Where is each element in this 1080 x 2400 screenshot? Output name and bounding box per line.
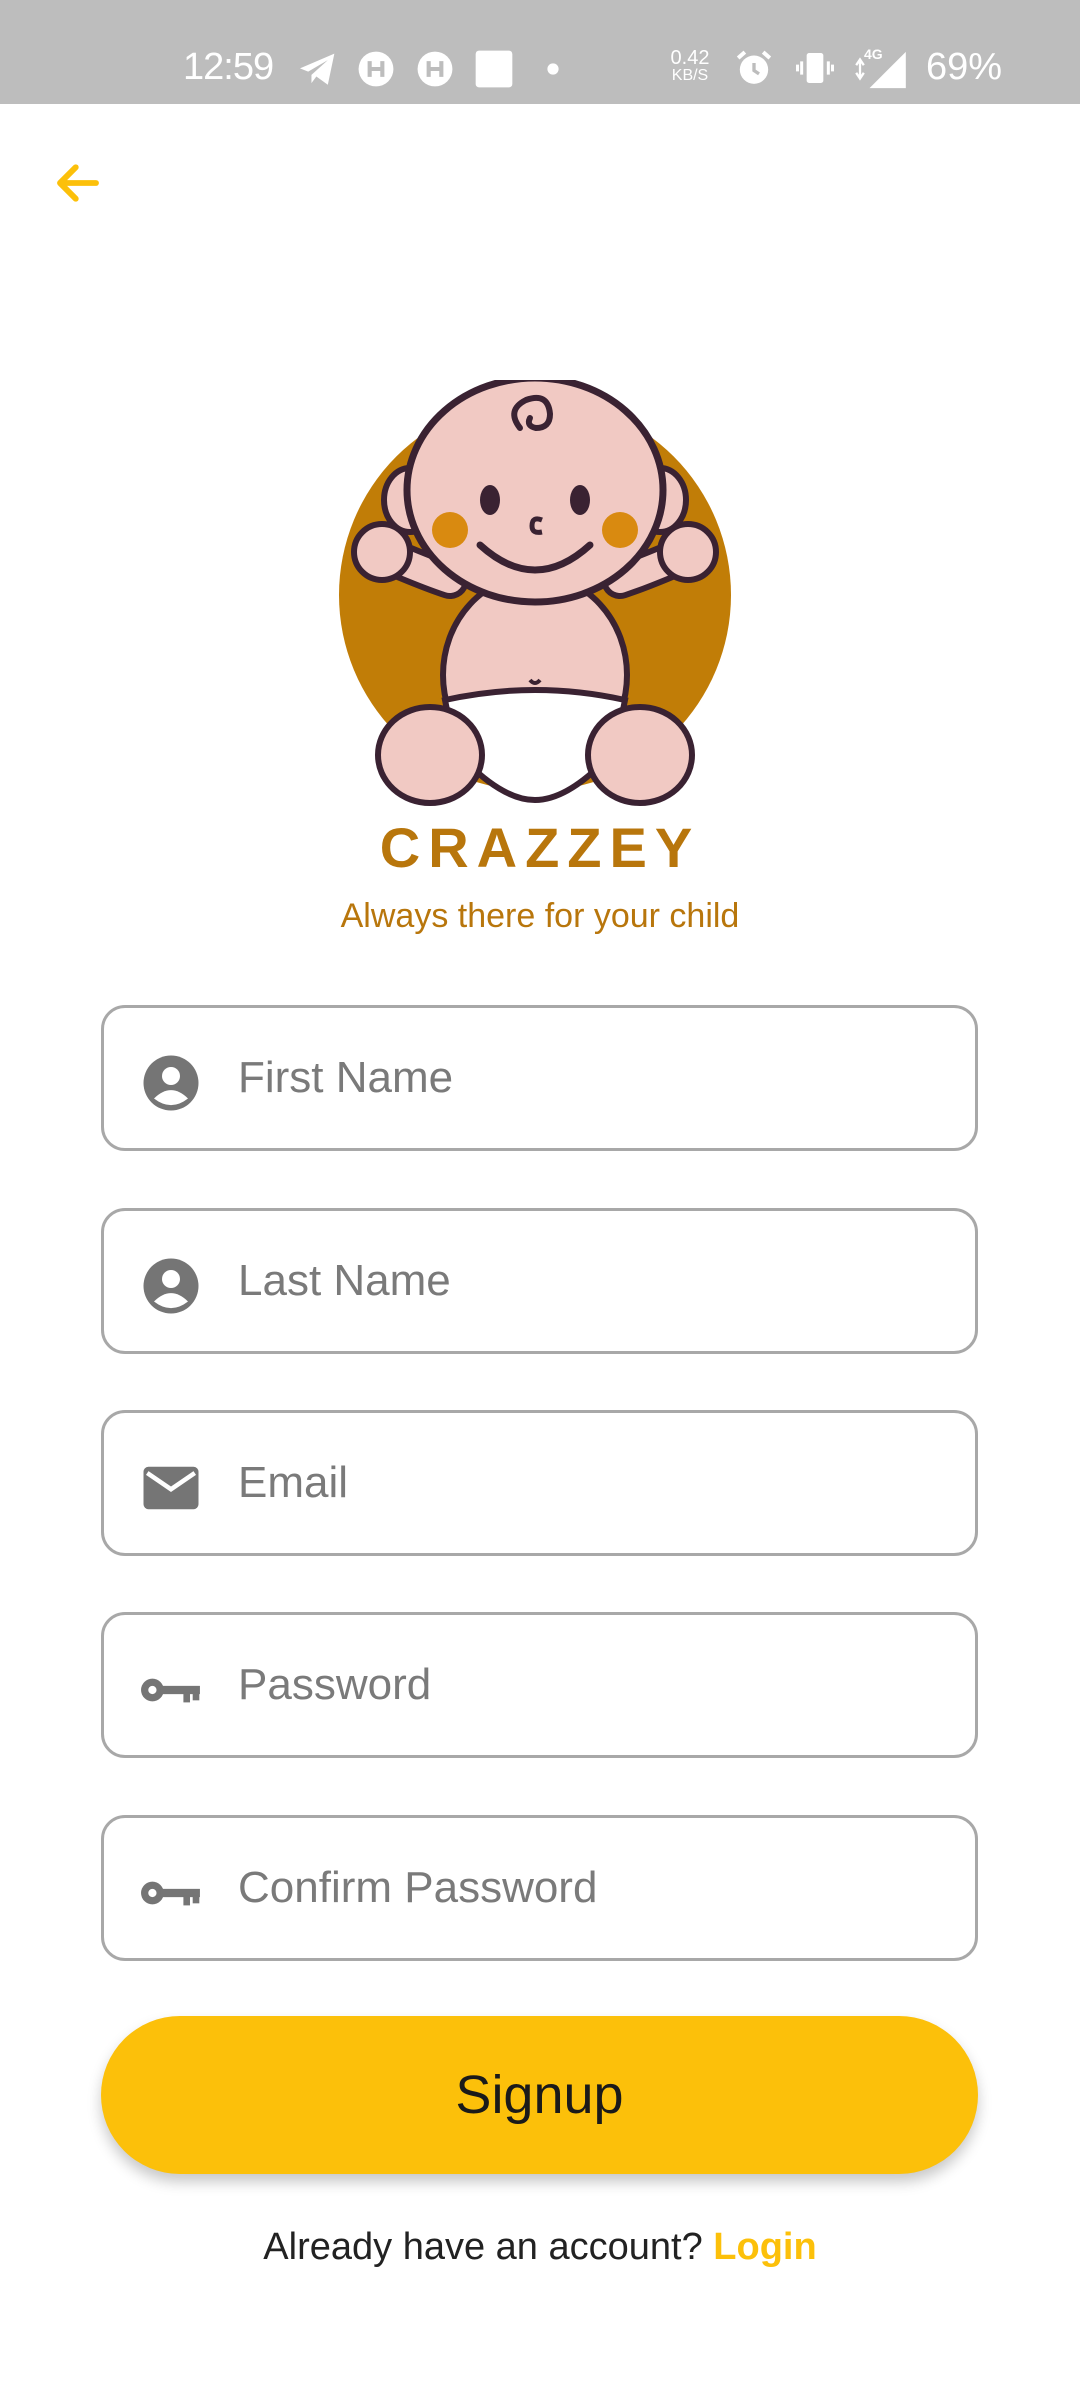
first-name-input[interactable] <box>236 1008 946 1148</box>
password-input[interactable] <box>236 1615 946 1755</box>
confirm-password-input[interactable] <box>236 1818 946 1958</box>
back-button[interactable] <box>40 145 116 221</box>
account-circle-icon <box>140 1052 202 1114</box>
alarm-icon <box>736 50 772 84</box>
last-name-field[interactable] <box>101 1208 978 1354</box>
login-prompt-text: Already have an account? <box>263 2226 714 2268</box>
status-bar: 12:59 0.42 KB/S 4G 69% <box>0 0 1080 104</box>
battery-level: 69% <box>926 46 1003 88</box>
status-time: 12:59 <box>183 46 274 88</box>
email-field[interactable] <box>101 1410 978 1556</box>
account-circle-icon <box>140 1255 202 1317</box>
app-notification-icon <box>417 51 453 87</box>
brand-tagline: Always there for your child <box>340 897 740 935</box>
last-name-input[interactable] <box>236 1211 946 1351</box>
signup-button[interactable]: Signup <box>101 2016 978 2174</box>
password-field[interactable] <box>101 1612 978 1758</box>
mail-icon <box>140 1457 202 1519</box>
vibrate-icon <box>796 53 834 83</box>
key-icon <box>140 1862 202 1924</box>
telegram-icon <box>300 53 335 85</box>
app-notification-icon <box>358 51 394 87</box>
key-icon <box>140 1659 202 1721</box>
square-notification-icon <box>475 50 513 88</box>
network-speed: 0.42 KB/S <box>670 47 710 84</box>
first-name-field[interactable] <box>101 1005 978 1151</box>
arrow-left-icon <box>57 164 99 202</box>
brand-name: CRAZZEY <box>379 816 701 879</box>
email-input[interactable] <box>236 1413 946 1553</box>
login-link[interactable]: Login <box>713 2226 816 2268</box>
more-notifications-dot-icon <box>547 63 559 75</box>
signal-icon <box>855 51 906 89</box>
confirm-password-field[interactable] <box>101 1815 978 1961</box>
login-prompt: Already have an account? Login <box>0 2226 1080 2269</box>
baby-logo-icon <box>339 380 731 806</box>
